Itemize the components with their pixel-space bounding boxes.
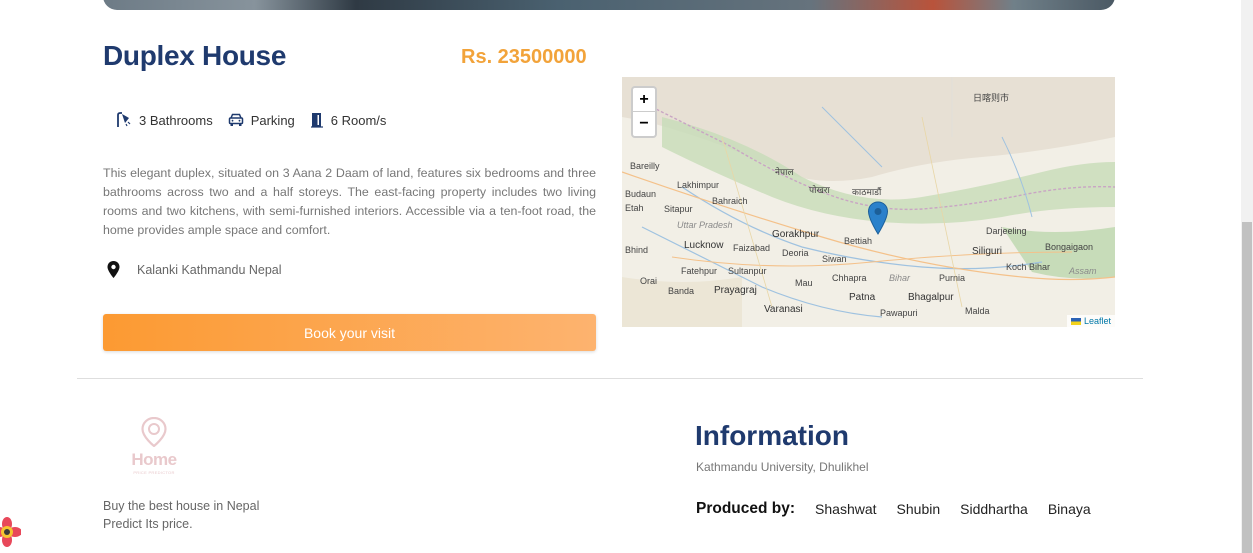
producer-name: Shashwat — [815, 501, 877, 517]
book-visit-button[interactable]: Book your visit — [103, 314, 596, 351]
map-label-shigatse: 日喀则市 — [973, 93, 1010, 103]
map-label-varanasi: Varanasi — [764, 304, 803, 315]
property-image-strip — [103, 0, 1115, 10]
map-label-orai: Orai — [640, 276, 658, 286]
feature-parking: Parking — [228, 113, 295, 128]
footer-divider — [77, 378, 1143, 379]
map-label-pokhara: पोखरा — [809, 185, 830, 195]
feature-rooms: 6 Room/s — [310, 112, 387, 128]
map-label-sitapur: Sitapur — [664, 204, 693, 214]
ukraine-flag-icon — [1070, 317, 1081, 325]
logo-subtext: PRICE PREDICTOR — [133, 470, 175, 475]
property-location: Kalanki Kathmandu Nepal — [107, 261, 282, 278]
map-label-kathmandu: काठमाडौं — [852, 187, 882, 197]
site-logo[interactable]: Home PRICE PREDICTOR — [124, 416, 184, 475]
map-label-bhagalpur: Bhagalpur — [908, 292, 954, 303]
producer-name: Shubin — [896, 501, 941, 517]
map-label-deoria: Deoria — [782, 248, 809, 258]
map-pin-icon — [107, 261, 120, 278]
map-label-lakhimpur: Lakhimpur — [677, 180, 720, 190]
feature-bathrooms: 3 Bathrooms — [116, 112, 213, 128]
footer-tagline: Buy the best house in Nepal Predict Its … — [103, 497, 259, 533]
map-label-malda: Malda — [965, 306, 990, 316]
map-label-sultanpur: Sultanpur — [728, 266, 767, 276]
map-label-bihar: Bihar — [889, 273, 911, 283]
producer-name: Siddhartha — [960, 501, 1028, 517]
car-icon — [228, 113, 243, 126]
location-pin-logo-icon — [141, 416, 167, 448]
feature-label: Parking — [250, 112, 295, 128]
produced-by: Produced by: Shashwat Shubin Siddhartha … — [696, 500, 1091, 518]
map-label-etah: Etah — [625, 203, 644, 213]
map-label-mau: Mau — [795, 278, 813, 288]
producer-name: Binaya — [1047, 501, 1091, 517]
property-title: Duplex House — [103, 40, 287, 71]
map-label-chhapra: Chhapra — [832, 273, 867, 283]
scrollbar-thumb[interactable] — [1242, 222, 1252, 553]
shower-icon — [117, 112, 131, 127]
map-label-nepal: नेपाल — [775, 167, 794, 177]
map-label-bettiah: Bettiah — [844, 236, 873, 246]
map-label-bongaigaon: Bongaigaon — [1045, 242, 1094, 252]
zoom-in-button[interactable]: + — [633, 88, 655, 112]
flower-widget-icon[interactable] — [0, 516, 21, 548]
map-label-bahraich: Bahraich — [712, 196, 748, 206]
map-label-darjeeling: Darjeeling — [986, 226, 1027, 236]
property-description: This elegant duplex, situated on 3 Aana … — [103, 166, 596, 237]
zoom-out-button[interactable]: − — [633, 112, 655, 136]
tagline-line: Predict Its price. — [103, 517, 193, 531]
door-icon — [310, 113, 323, 128]
map-label-purnia: Purnia — [939, 273, 966, 283]
map-label-fatehpur: Fatehpur — [681, 266, 718, 276]
map-label-gorakhpur: Gorakhpur — [772, 229, 820, 240]
property-map[interactable]: Bareilly Lakhimpur Sitapur Bahraich Buda… — [622, 77, 1115, 327]
property-price: Rs. 23500000 — [461, 46, 587, 68]
location-text: Kalanki Kathmandu Nepal — [137, 262, 282, 277]
map-label-siwan: Siwan — [822, 254, 847, 264]
map-label-koch-bihar: Koch Bihar — [1006, 262, 1051, 272]
map-marker-icon[interactable] — [867, 201, 889, 235]
map-label-faizabad: Faizabad — [733, 243, 771, 253]
map-label-patna: Patna — [849, 292, 876, 303]
map-label-bhind: Bhind — [625, 245, 649, 255]
leaflet-link[interactable]: Leaflet — [1084, 316, 1111, 326]
zoom-control: + − — [631, 86, 657, 138]
map-label-siliguri: Siliguri — [972, 246, 1003, 257]
map-attribution: Leaflet — [1066, 315, 1115, 327]
map-label-budaun: Budaun — [625, 189, 657, 199]
information-heading: Information — [695, 420, 849, 451]
feature-label: 3 Bathrooms — [139, 112, 213, 128]
feature-label: 6 Room/s — [330, 112, 387, 128]
feature-list: 3 Bathrooms Parking 6 Room/s — [116, 112, 401, 128]
map-label-pawapuri: Pawapuri — [880, 308, 918, 318]
logo-text: Home — [131, 450, 177, 469]
map-label-prayagraj: Prayagraj — [714, 285, 757, 296]
map-label-bareilly: Bareilly — [630, 161, 660, 171]
university-text: Kathmandu University, Dhulikhel — [696, 460, 869, 474]
tagline-line: Buy the best house in Nepal — [103, 499, 260, 513]
produced-by-label: Produced by: — [696, 500, 796, 517]
map-label-uttar-pradesh: Uttar Pradesh — [677, 220, 733, 230]
map-label-banda: Banda — [668, 286, 695, 296]
map-label-assam: Assam — [1069, 266, 1097, 276]
map-label-lucknow: Lucknow — [684, 240, 724, 251]
